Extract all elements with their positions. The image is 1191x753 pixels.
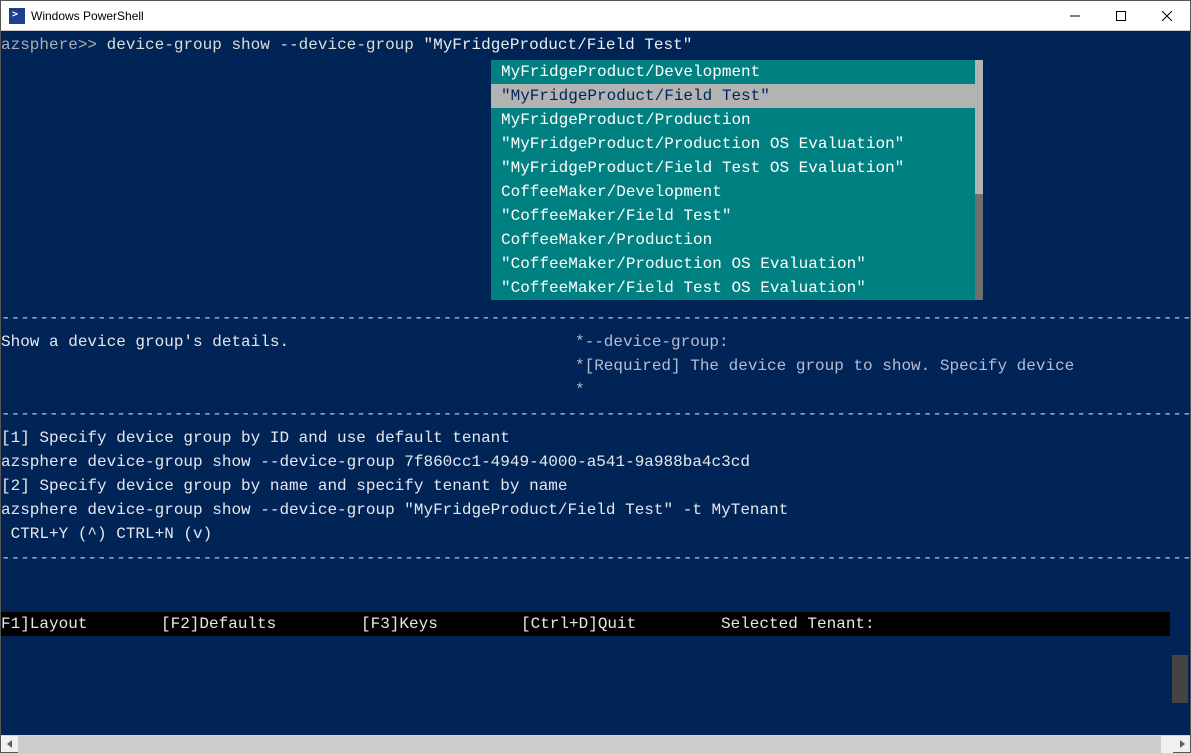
dropdown-item[interactable]: MyFridgeProduct/Development [491, 60, 983, 84]
minimize-button[interactable] [1052, 1, 1098, 30]
dropdown-item[interactable]: "MyFridgeProduct/Production OS Evaluatio… [491, 132, 983, 156]
status-f2-defaults[interactable]: [F2]Defaults [161, 612, 361, 636]
help-param-desc: *[Required] The device group to show. Sp… [575, 357, 1074, 375]
example-line: azsphere device-group show --device-grou… [1, 501, 788, 519]
status-f3-keys[interactable]: [F3]Keys [361, 612, 521, 636]
close-button[interactable] [1144, 1, 1190, 30]
command-argument: "MyFridgeProduct/Field Test" [423, 36, 692, 54]
example-line: azsphere device-group show --device-grou… [1, 453, 750, 471]
scroll-thumb[interactable] [18, 736, 1161, 753]
command-text: device-group show --device-group [107, 36, 424, 54]
dropdown-item[interactable]: "CoffeeMaker/Field Test" [491, 204, 983, 228]
prompt: azsphere>> [1, 36, 107, 54]
help-param-header: *--device-group: [575, 333, 729, 351]
status-bar: F1]Layout [F2]Defaults [F3]Keys [Ctrl+D]… [1, 612, 1170, 636]
dropdown-item-selected[interactable]: "MyFridgeProduct/Field Test" [491, 84, 983, 108]
powershell-window: Windows PowerShell azsphere>> device-gro… [0, 0, 1191, 753]
status-quit[interactable]: [Ctrl+D]Quit [521, 612, 721, 636]
scroll-right-arrow[interactable] [1173, 736, 1190, 753]
example-line: CTRL+Y (^) CTRL+N (v) [1, 525, 212, 543]
help-block: Show a device group's details. *--device… [1, 330, 1190, 354]
status-selected-tenant: Selected Tenant: [721, 612, 875, 636]
horizontal-scrollbar[interactable] [1, 735, 1190, 752]
separator-line: ----------------------------------------… [1, 402, 1190, 426]
dropdown-item[interactable]: "CoffeeMaker/Field Test OS Evaluation" [491, 276, 983, 300]
scroll-track[interactable] [18, 736, 1173, 753]
status-f1-layout[interactable]: F1]Layout [1, 612, 161, 636]
dropdown-item[interactable]: CoffeeMaker/Development [491, 180, 983, 204]
dropdown-item[interactable]: CoffeeMaker/Production [491, 228, 983, 252]
maximize-button[interactable] [1098, 1, 1144, 30]
terminal-area[interactable]: azsphere>> device-group show --device-gr… [1, 31, 1190, 735]
separator-line: ----------------------------------------… [1, 306, 1190, 330]
titlebar[interactable]: Windows PowerShell [1, 1, 1190, 31]
example-line: [1] Specify device group by ID and use d… [1, 429, 510, 447]
help-params: *--device-group: *[Required] The device … [575, 330, 1074, 402]
powershell-icon [9, 8, 25, 24]
separator-line: ----------------------------------------… [1, 546, 1190, 570]
window-title: Windows PowerShell [31, 9, 144, 23]
vertical-scroll-thumb[interactable] [1172, 655, 1188, 703]
command-line[interactable]: azsphere>> device-group show --device-gr… [1, 31, 1190, 57]
dropdown-item[interactable]: "CoffeeMaker/Production OS Evaluation" [491, 252, 983, 276]
dropdown-item[interactable]: "MyFridgeProduct/Field Test OS Evaluatio… [491, 156, 983, 180]
autocomplete-dropdown[interactable]: MyFridgeProduct/Development "MyFridgePro… [491, 60, 983, 300]
dropdown-item[interactable]: MyFridgeProduct/Production [491, 108, 983, 132]
scroll-left-arrow[interactable] [1, 736, 18, 753]
example-line: [2] Specify device group by name and spe… [1, 477, 568, 495]
examples-block: [1] Specify device group by ID and use d… [1, 426, 1190, 546]
help-param-cont: * [575, 381, 585, 399]
dropdown-scroll-thumb[interactable] [975, 60, 983, 194]
